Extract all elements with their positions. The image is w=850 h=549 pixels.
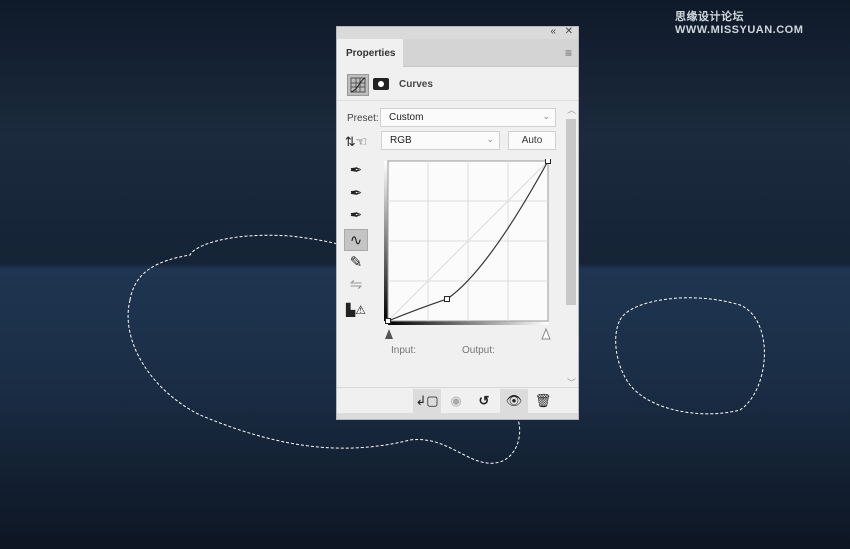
panel-topbar: « ✕ [337,26,578,39]
white-slider-icon [541,327,551,340]
curves-adjustment-icon[interactable] [347,74,369,96]
watermark-url: WWW.MISSYUAN.COM [675,24,804,36]
curve-control-point[interactable] [385,318,391,324]
tab-properties[interactable]: Properties [337,39,403,67]
channel-dropdown[interactable]: RGB ⌄ [381,131,500,150]
preset-value: Custom [389,112,424,123]
auto-button[interactable]: Auto [508,131,556,150]
trash-icon[interactable]: 🗑 [529,389,557,413]
watermark: 思缘设计论坛WWW.MISSYUAN.COM [675,8,850,36]
resize-grip[interactable] [337,413,578,419]
clip-to-layer-icon[interactable]: ↲▢ [413,389,441,413]
black-slider-icon [385,329,393,339]
output-label: Output: [462,345,495,356]
black-point-eyedropper-icon[interactable]: ✒ [344,160,368,182]
white-point-eyedropper-icon[interactable]: ✒ [344,205,368,227]
curve-control-point[interactable] [443,296,450,303]
reset-icon[interactable]: ↺ [470,389,498,413]
preset-dropdown[interactable]: Custom ⌄ [380,108,556,127]
scrollbar-thumb[interactable] [566,119,576,305]
properties-panel: « ✕ Properties ≡ Curves Preset: Custom ⌄ … [336,26,579,420]
curves-graph[interactable] [382,159,562,341]
scroll-up-icon[interactable]: ︿ [567,103,576,116]
clipping-warning-icon[interactable]: ▙⚠ [344,299,368,321]
gray-point-eyedropper-icon[interactable]: ✒ [344,183,368,205]
panel-footer: ↲▢ ◉ ↺ 👁 🗑 [337,387,578,413]
double-chevron-left-icon[interactable]: « [550,26,556,37]
view-previous-icon[interactable]: ◉ [442,389,470,413]
channel-value: RGB [390,135,412,146]
target-adjust-icon[interactable]: ⇅☜ [344,131,368,153]
input-label: Input: [391,345,417,356]
curve-control-point[interactable] [545,159,551,164]
chevron-down-icon: ⌄ [486,134,494,144]
close-icon[interactable]: ✕ [565,26,573,37]
layer-mask-icon[interactable] [373,78,389,90]
scrollbar[interactable]: ︿ ﹀ [564,103,577,389]
smooth-icon[interactable]: ⇋ [344,274,368,296]
adjustment-title: Curves [399,79,433,90]
hamburger-menu-icon[interactable]: ≡ [565,46,572,60]
curve-points-icon[interactable]: ∿ [344,229,368,251]
pencil-icon[interactable]: ✎ [344,252,368,274]
preset-label: Preset: [347,113,379,124]
watermark-cn: 思缘设计论坛 [675,11,744,23]
visibility-eye-icon[interactable]: 👁 [500,389,528,413]
chevron-down-icon: ⌄ [542,111,550,121]
